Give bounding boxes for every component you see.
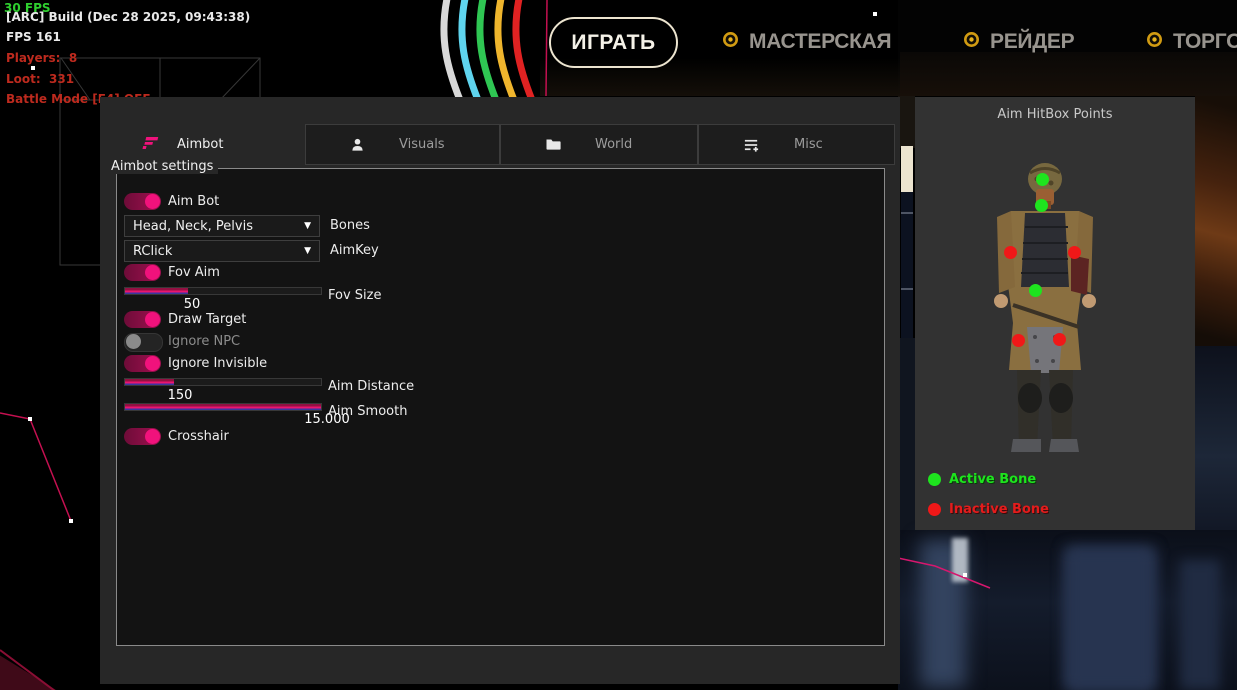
ignore-invisible-label: Ignore Invisible [168,356,267,371]
aim-bot-toggle[interactable] [124,193,161,210]
menu-item-label: РЕЙДЕР [990,30,1074,54]
hitbox-dot-right-shoulder [1068,246,1081,259]
toggle-knob [145,194,160,209]
crosshair-label: Crosshair [168,429,229,444]
inactive-bone-dot-icon [928,503,941,516]
hitbox-dot-pelvis [1029,284,1042,297]
lamp-post [901,288,913,290]
hitbox-dot-neck [1035,199,1048,212]
menu-item-workshop[interactable]: МАСТЕРСКАЯ [722,31,891,53]
play-button[interactable]: ИГРАТЬ [549,17,678,68]
fov-aim-toggle[interactable] [124,264,161,281]
draw-target-label: Draw Target [168,312,246,327]
draw-target-toggle[interactable] [124,311,161,328]
toggle-knob [126,334,141,349]
game-background [1195,346,1237,530]
fov-size-label: Fov Size [328,288,381,303]
menu-item-raider[interactable]: РЕЙДЕР [963,31,1074,53]
hitbox-preview-panel: Aim HitBox Points Active Bone Inactive B… [915,97,1195,530]
game-background [898,338,915,530]
coin-icon [963,30,980,54]
aim-smooth-label: Aim Smooth [328,404,407,419]
coin-icon [1146,30,1163,54]
toggle-knob [145,356,160,371]
menu-item-label: ТОРГО [1173,30,1237,54]
folder-icon [545,137,561,152]
slider-fill [125,404,321,410]
ignore-invisible-toggle[interactable] [124,355,161,372]
tab-misc[interactable]: Misc [698,124,895,165]
main-menu-bar: ИГРАТЬ МАСТЕРСКАЯ РЕЙДЕР ТОРГО [0,0,1237,96]
toggle-knob [145,312,160,327]
bones-dropdown-value: Head, Neck, Pelvis [133,219,304,234]
aim-distance-slider[interactable] [124,378,322,386]
person-icon [350,137,365,153]
legend-inactive-label: Inactive Bone [949,502,1049,517]
tab-world[interactable]: World [500,124,698,165]
tab-world-label: World [595,137,632,152]
aim-distance-label: Aim Distance [328,379,414,394]
sliders-plus-icon [743,137,760,153]
aim-bot-label: Aim Bot [168,194,219,209]
lamp-post [901,146,913,192]
bones-dropdown[interactable]: Head, Neck, Pelvis ▼ [124,215,320,237]
play-button-label: ИГРАТЬ [571,31,655,55]
tab-misc-label: Misc [794,137,823,152]
menu-item-label: МАСТЕРСКАЯ [749,30,891,54]
crosshair-toggle[interactable] [124,428,161,445]
aimkey-dropdown[interactable]: RClick ▼ [124,240,320,262]
game-background [1180,560,1220,690]
aimbot-settings-title: Aimbot settings [106,159,218,174]
game-background [1066,548,1154,690]
bones-label: Bones [330,218,370,233]
slider-fill [125,379,174,385]
legend-inactive-bone: Inactive Bone [928,502,1049,517]
hitbox-dot-left-shoulder [1004,246,1017,259]
fov-size-value: 50 [184,297,201,312]
tab-visuals[interactable]: Visuals [305,124,500,165]
aimkey-label: AimKey [330,243,379,258]
hitbox-dot-head [1036,173,1049,186]
game-background [898,96,915,148]
ignore-npc-toggle[interactable] [124,333,163,352]
game-background [1195,96,1237,346]
hitbox-panel-title: Aim HitBox Points [915,107,1195,122]
aim-smooth-slider[interactable] [124,403,322,411]
coin-icon [722,30,739,54]
chevron-down-icon: ▼ [304,221,311,231]
chevron-down-icon: ▼ [304,246,311,256]
menu-item-trade[interactable]: ТОРГО [1146,31,1237,53]
aim-distance-value: 150 [168,388,193,403]
legend-active-bone: Active Bone [928,472,1036,487]
lamp-post [901,212,913,214]
game-background [952,538,968,582]
fov-aim-label: Fov Aim [168,265,220,280]
toggle-knob [145,429,160,444]
fov-size-slider[interactable] [124,287,322,295]
hitbox-dot-right-hand [1053,333,1066,346]
tab-visuals-label: Visuals [399,137,445,152]
slider-fill [125,288,188,294]
game-background [0,648,56,690]
active-bone-dot-icon [928,473,941,486]
tab-aimbot-label: Aimbot [177,137,223,152]
ignore-npc-label: Ignore NPC [168,334,240,349]
hitbox-dot-left-hand [1012,334,1025,347]
aimkey-dropdown-value: RClick [133,244,304,259]
aimbot-flag-icon [142,134,159,155]
cheat-menu-window: Aimbot Visuals World Misc Aimbot setting… [100,97,900,684]
legend-active-label: Active Bone [949,472,1036,487]
toggle-knob [145,265,160,280]
